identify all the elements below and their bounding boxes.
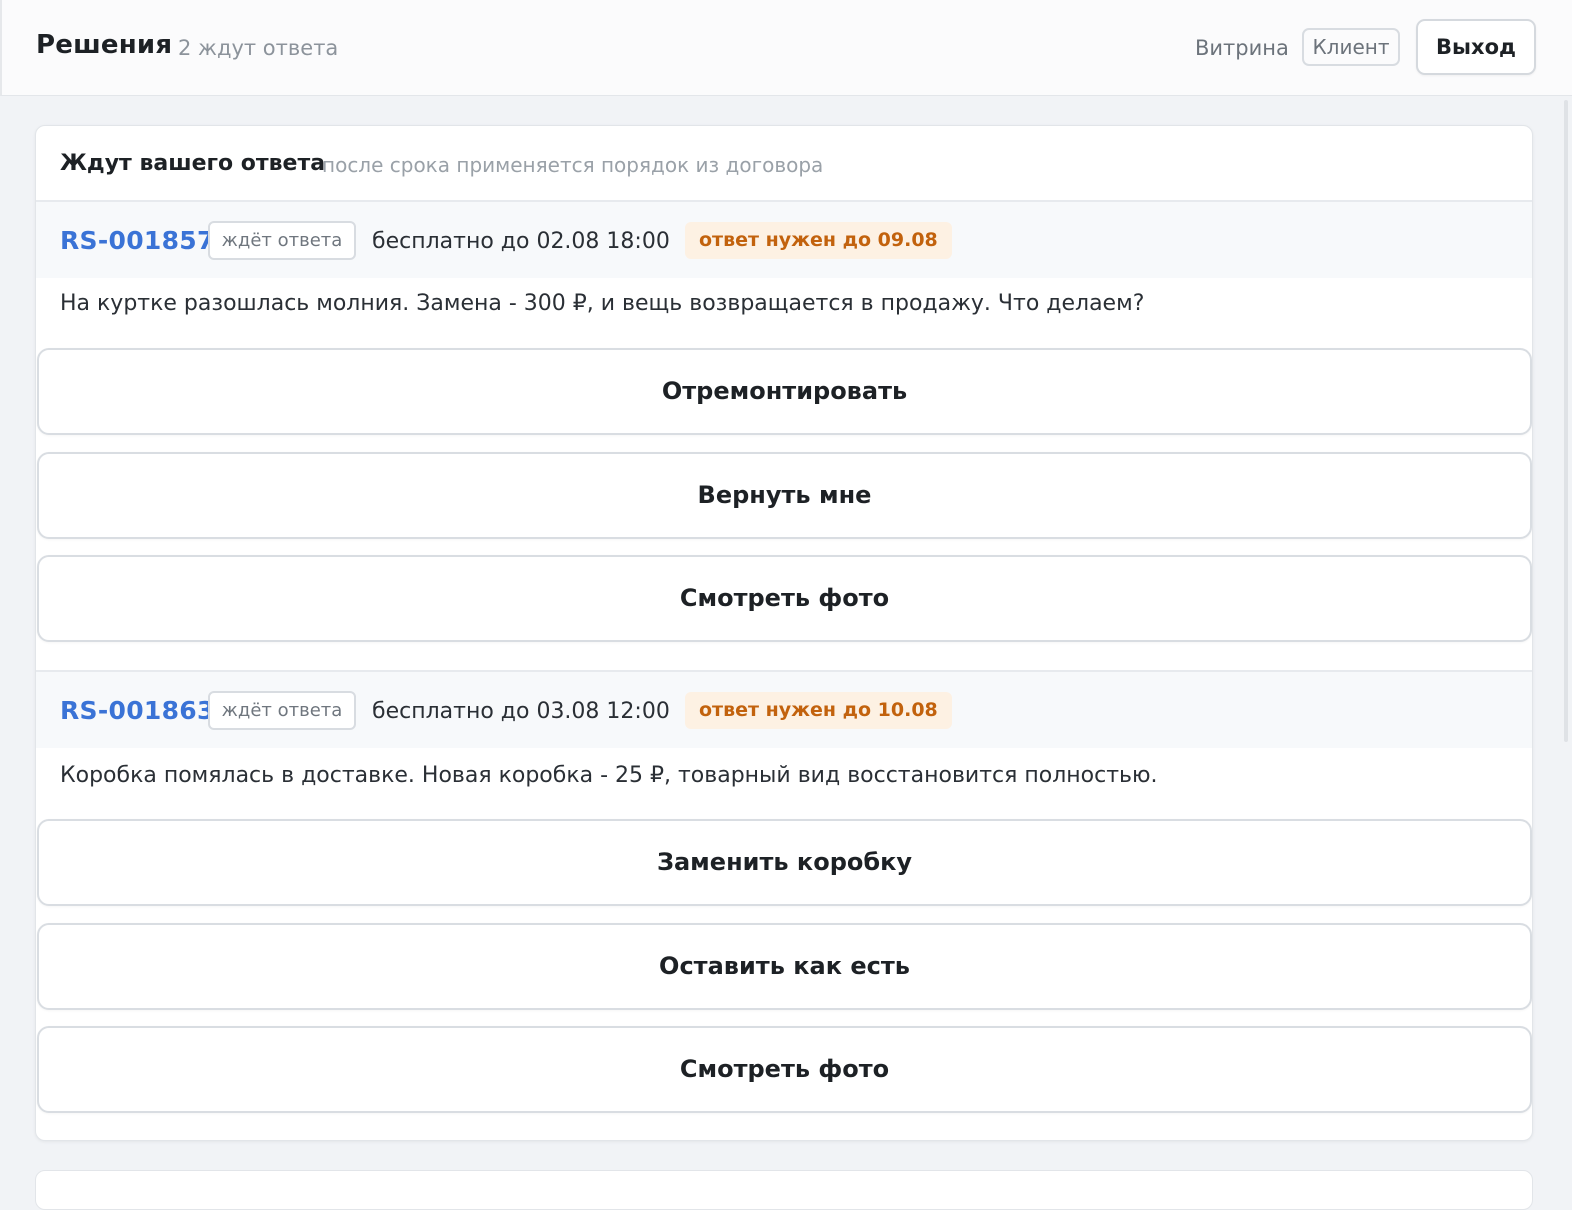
pending-count: 2 ждут ответа bbox=[178, 36, 339, 60]
logout-button[interactable]: Выход bbox=[1416, 19, 1536, 75]
section-title: Ждут вашего ответа bbox=[60, 151, 326, 176]
view-photo-button[interactable]: Смотреть фото bbox=[37, 1026, 1532, 1113]
case-description: На куртке разошлась молния. Замена - 300… bbox=[60, 291, 1145, 316]
page-title: Решения bbox=[36, 30, 173, 60]
next-card bbox=[35, 1170, 1533, 1210]
section-note: после срока применяется порядок из догов… bbox=[322, 153, 824, 177]
scrollbar[interactable] bbox=[1564, 100, 1568, 742]
replace-box-button[interactable]: Заменить коробку bbox=[37, 819, 1532, 906]
case-description: Коробка помялась в доставке. Новая короб… bbox=[60, 763, 1158, 788]
return-to-me-button[interactable]: Вернуть мне bbox=[37, 452, 1532, 539]
free-until-text: бесплатно до 02.08 18:00 bbox=[372, 229, 670, 254]
leave-as-is-button[interactable]: Оставить как есть bbox=[37, 923, 1532, 1010]
view-photo-button[interactable]: Смотреть фото bbox=[37, 555, 1532, 642]
section-header: Ждут вашего ответа после срока применяет… bbox=[36, 126, 1532, 202]
status-badge: ждёт ответа bbox=[208, 221, 356, 260]
deadline-badge: ответ нужен до 09.08 bbox=[685, 222, 952, 259]
case-header: RS-001857 ждёт ответа бесплатно до 02.08… bbox=[36, 202, 1532, 278]
free-until-text: бесплатно до 03.08 12:00 bbox=[372, 699, 670, 724]
top-bar: Решения 2 ждут ответа Витрина Клиент Вых… bbox=[0, 0, 1572, 96]
status-badge: ждёт ответа bbox=[208, 691, 356, 730]
deadline-badge: ответ нужен до 10.08 bbox=[685, 692, 952, 729]
case-id-link[interactable]: RS-001857 bbox=[60, 226, 215, 255]
case-id-link[interactable]: RS-001863 bbox=[60, 696, 215, 725]
case-header: RS-001863 ждёт ответа бесплатно до 03.08… bbox=[36, 672, 1532, 748]
role-badge: Клиент bbox=[1302, 28, 1400, 66]
storefront-link[interactable]: Витрина bbox=[1195, 36, 1289, 60]
decisions-card: Ждут вашего ответа после срока применяет… bbox=[35, 125, 1533, 1141]
repair-button[interactable]: Отремонтировать bbox=[37, 348, 1532, 435]
